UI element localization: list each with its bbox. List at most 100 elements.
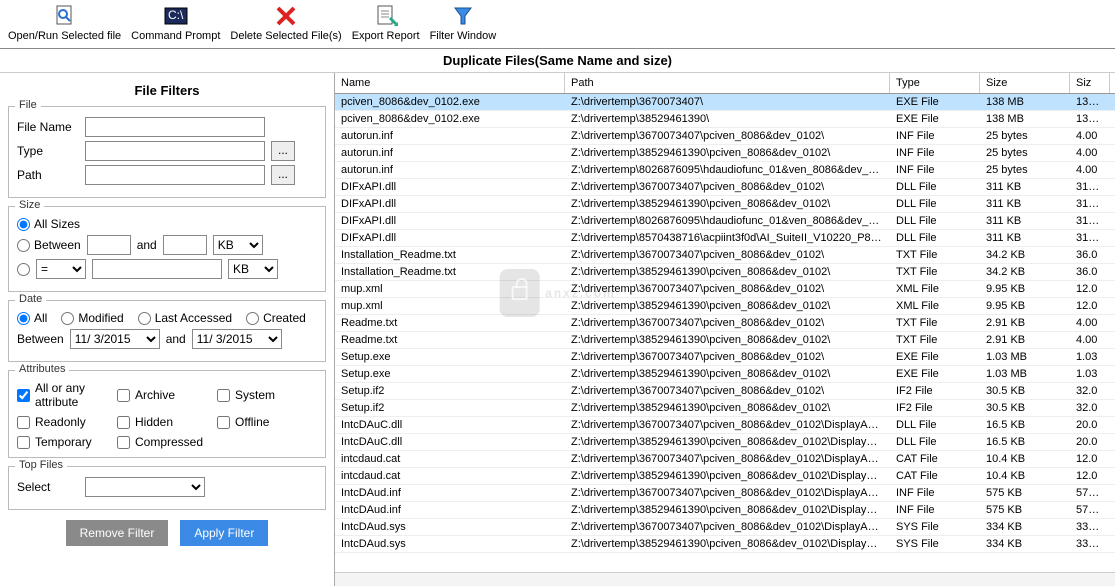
cell-size: 9.95 KB [980,281,1070,297]
table-row[interactable]: intcdaud.catZ:\drivertemp\38529461390\pc… [335,468,1115,485]
table-row[interactable]: autorun.infZ:\drivertemp\38529461390\pci… [335,145,1115,162]
size-from-input[interactable] [87,235,131,255]
topfiles-select[interactable] [85,477,205,497]
cell-siz2: 4.00 [1070,128,1110,144]
cell-siz2: 4.00 [1070,145,1110,161]
attributes-group: Attributes All or any attribute Archive … [8,370,326,458]
cell-type: INF File [890,145,980,161]
path-label: Path [17,168,79,182]
table-row[interactable]: DIFxAPI.dllZ:\drivertemp\38529461390\pci… [335,196,1115,213]
col-name-header[interactable]: Name [335,73,565,93]
report-icon [370,4,402,28]
table-row[interactable]: intcdaud.catZ:\drivertemp\3670073407\pci… [335,451,1115,468]
size-between-radio[interactable]: Between [17,238,81,252]
table-row[interactable]: Installation_Readme.txtZ:\drivertemp\385… [335,264,1115,281]
path-browse-button[interactable]: ... [271,165,295,185]
filename-input[interactable] [85,117,265,137]
cell-size: 575 KB [980,485,1070,501]
table-row[interactable]: DIFxAPI.dllZ:\drivertemp\8026876095\hdau… [335,213,1115,230]
col-type-header[interactable]: Type [890,73,980,93]
cell-siz2: 36.0 [1070,247,1110,263]
size-to-input[interactable] [163,235,207,255]
table-row[interactable]: mup.xmlZ:\drivertemp\38529461390\pciven_… [335,298,1115,315]
size-eq-radio[interactable] [17,263,30,276]
attr-hidden-check[interactable]: Hidden [117,415,217,429]
attr-temporary-check[interactable]: Temporary [17,435,117,449]
attr-compressed-check[interactable]: Compressed [117,435,217,449]
cell-siz2: 312 K [1070,230,1110,246]
attr-system-check[interactable]: System [217,381,317,409]
type-input[interactable] [85,141,265,161]
table-row[interactable]: DIFxAPI.dllZ:\drivertemp\3670073407\pciv… [335,179,1115,196]
topfiles-select-label: Select [17,480,79,494]
horizontal-scrollbar[interactable] [335,572,1115,586]
cell-size: 311 KB [980,179,1070,195]
cell-name: autorun.inf [335,162,565,178]
cell-path: Z:\drivertemp\38529461390\pciven_8086&de… [565,434,890,450]
delete-selected-button[interactable]: Delete Selected File(s) [230,4,341,42]
table-row[interactable]: pciven_8086&dev_0102.exeZ:\drivertemp\36… [335,94,1115,111]
path-input[interactable] [85,165,265,185]
size-all-radio[interactable]: All Sizes [17,217,80,231]
table-row[interactable]: Setup.if2Z:\drivertemp\3670073407\pciven… [335,383,1115,400]
table-row[interactable]: DIFxAPI.dllZ:\drivertemp\8570438716\acpi… [335,230,1115,247]
filter-window-button[interactable]: Filter Window [430,4,497,42]
table-row[interactable]: IntcDAud.infZ:\drivertemp\38529461390\pc… [335,502,1115,519]
cell-size: 25 bytes [980,128,1070,144]
table-row[interactable]: autorun.infZ:\drivertemp\8026876095\hdau… [335,162,1115,179]
cell-name: DIFxAPI.dll [335,230,565,246]
table-row[interactable]: IntcDAuC.dllZ:\drivertemp\3670073407\pci… [335,417,1115,434]
cell-type: DLL File [890,179,980,195]
cell-path: Z:\drivertemp\3670073407\pciven_8086&dev… [565,349,890,365]
date-modified-radio[interactable]: Modified [61,311,123,325]
table-row[interactable]: Readme.txtZ:\drivertemp\3670073407\pcive… [335,315,1115,332]
table-row[interactable]: Readme.txtZ:\drivertemp\38529461390\pciv… [335,332,1115,349]
apply-filter-button[interactable]: Apply Filter [180,520,268,546]
open-run-selected-button[interactable]: Open/Run Selected file [8,4,121,42]
cell-path: Z:\drivertemp\3670073407\pciven_8086&dev… [565,179,890,195]
table-row[interactable]: autorun.infZ:\drivertemp\3670073407\pciv… [335,128,1115,145]
size-unit1-select[interactable]: KB [213,235,263,255]
table-row[interactable]: Setup.exeZ:\drivertemp\38529461390\pcive… [335,366,1115,383]
attr-archive-check[interactable]: Archive [117,381,217,409]
size-eq-input[interactable] [92,259,222,279]
date-all-radio[interactable]: All [17,311,47,325]
date-created-radio[interactable]: Created [246,311,306,325]
table-row[interactable]: Installation_Readme.txtZ:\drivertemp\367… [335,247,1115,264]
command-prompt-button[interactable]: C:\Command Prompt [131,4,220,42]
date-from-select[interactable]: 11/ 3/2015 [70,329,160,349]
attr-offline-check[interactable]: Offline [217,415,317,429]
filename-label: File Name [17,120,79,134]
table-row[interactable]: Setup.exeZ:\drivertemp\3670073407\pciven… [335,349,1115,366]
date-lastaccessed-radio[interactable]: Last Accessed [138,311,232,325]
col-size-header[interactable]: Size [980,73,1070,93]
cell-siz2: 312 K [1070,213,1110,229]
cell-name: pciven_8086&dev_0102.exe [335,111,565,127]
remove-filter-button[interactable]: Remove Filter [66,520,169,546]
attr-readonly-check[interactable]: Readonly [17,415,117,429]
export-report-button[interactable]: Export Report [352,4,420,42]
col-path-header[interactable]: Path [565,73,890,93]
size-op-select[interactable]: = [36,259,86,279]
cell-siz2: 1.03 [1070,366,1110,382]
cell-name: pciven_8086&dev_0102.exe [335,94,565,110]
size-unit2-select[interactable]: KB [228,259,278,279]
table-row[interactable]: IntcDAud.sysZ:\drivertemp\3670073407\pci… [335,519,1115,536]
date-and-label: and [166,332,186,346]
file-legend: File [15,99,41,111]
table-row[interactable]: IntcDAud.sysZ:\drivertemp\38529461390\pc… [335,536,1115,553]
table-row[interactable]: IntcDAuC.dllZ:\drivertemp\38529461390\pc… [335,434,1115,451]
col-siz2-header[interactable]: Siz [1070,73,1110,93]
type-browse-button[interactable]: ... [271,141,295,161]
table-row[interactable]: IntcDAud.infZ:\drivertemp\3670073407\pci… [335,485,1115,502]
size-group: Size All Sizes Between and KB = KB [8,206,326,292]
table-row[interactable]: pciven_8086&dev_0102.exeZ:\drivertemp\38… [335,111,1115,128]
attr-all-check[interactable]: All or any attribute [17,381,117,409]
date-to-select[interactable]: 11/ 3/2015 [192,329,282,349]
table-row[interactable]: mup.xmlZ:\drivertemp\3670073407\pciven_8… [335,281,1115,298]
cell-type: DLL File [890,230,980,246]
cell-name: Setup.exe [335,366,565,382]
cell-type: DLL File [890,434,980,450]
table-row[interactable]: Setup.if2Z:\drivertemp\38529461390\pcive… [335,400,1115,417]
table-body[interactable]: pciven_8086&dev_0102.exe Z:\drivertemp\36… [335,94,1115,572]
